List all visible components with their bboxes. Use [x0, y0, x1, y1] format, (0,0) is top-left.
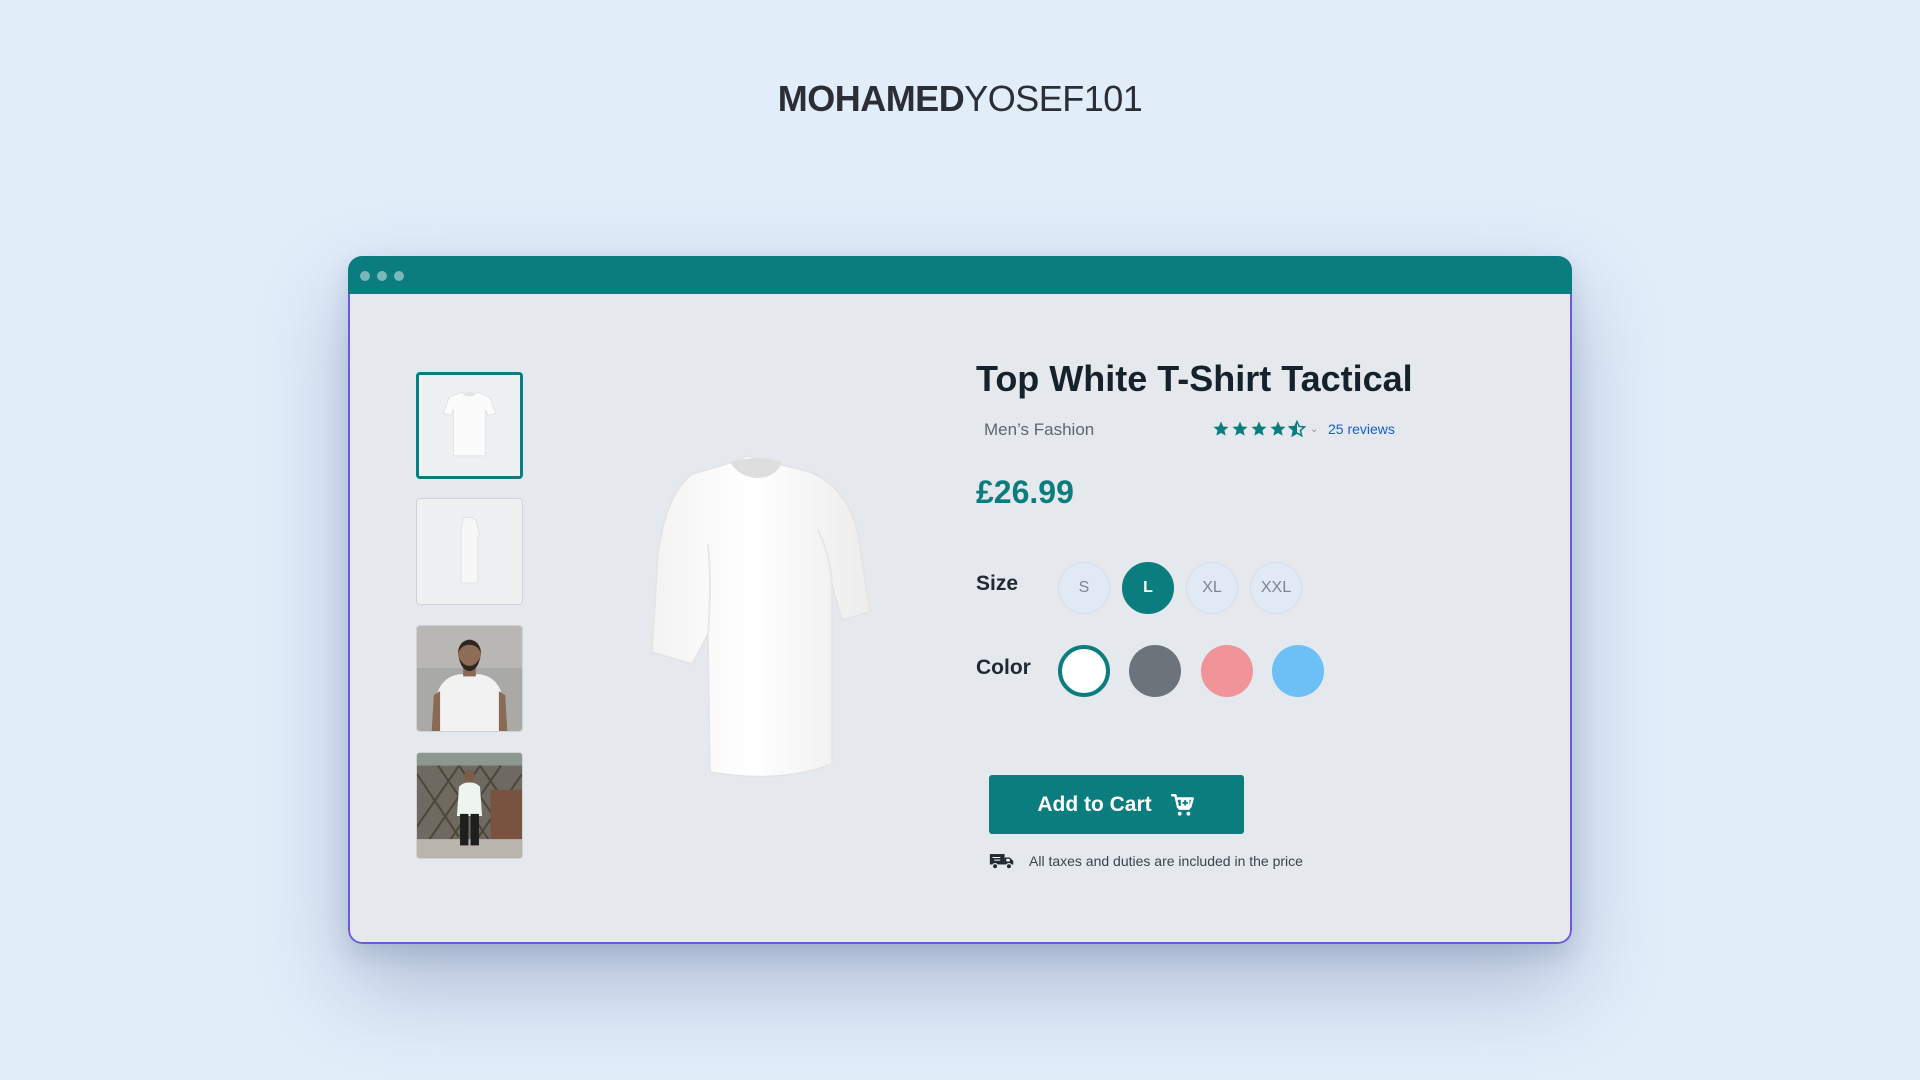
brand-bold: MOHAMED [777, 78, 965, 119]
size-option-l[interactable]: L [1122, 562, 1174, 614]
star-full-icon [1250, 420, 1268, 438]
thumbnail-tshirt-side[interactable] [416, 498, 523, 605]
model-front-image [417, 626, 522, 731]
reviews-link[interactable]: 25 reviews [1328, 421, 1395, 437]
delivery-truck-icon [989, 854, 1014, 870]
add-to-cart-label: Add to Cart [1037, 792, 1152, 816]
rating-stars[interactable]: ⌄ [1212, 420, 1318, 438]
brand-logo: MOHAMEDYOSEF101 [0, 78, 1920, 120]
browser-window: Top White T-Shirt Tactical Men’s Fashion… [348, 256, 1572, 944]
cart-plus-icon [1170, 793, 1194, 816]
brand-light: YOSEF101 [964, 78, 1143, 119]
thumbnail-tshirt-front[interactable] [416, 372, 523, 479]
size-option-xl[interactable]: XL [1186, 562, 1238, 614]
add-to-cart-button[interactable]: Add to Cart [989, 775, 1244, 834]
window-dot [394, 271, 404, 281]
tshirt-main-image [651, 455, 871, 778]
chevron-down-icon: ⌄ [1310, 423, 1319, 435]
size-option-s[interactable]: S [1058, 562, 1110, 614]
model-full-body-image [417, 753, 522, 858]
shipping-text: All taxes and duties are included in the… [1029, 853, 1303, 869]
star-half-icon [1288, 420, 1306, 438]
size-label: Size [976, 572, 1019, 595]
star-full-icon [1231, 420, 1249, 438]
size-option-xxl[interactable]: XXL [1250, 562, 1302, 614]
window-dot [360, 271, 370, 281]
window-titlebar [348, 256, 1572, 294]
product-title: Top White T-Shirt Tactical [976, 358, 1413, 399]
product-main-image [580, 434, 900, 814]
star-full-icon [1212, 420, 1230, 438]
color-swatch-pink[interactable] [1201, 645, 1253, 697]
star-full-icon [1269, 420, 1287, 438]
product-category: Men’s Fashion [984, 420, 1095, 439]
window-dot [377, 271, 387, 281]
shipping-note: All taxes and duties are included in the… [989, 850, 1303, 872]
tshirt-side-image [417, 499, 522, 604]
product-price: £26.99 [976, 474, 1074, 510]
product-page: Top White T-Shirt Tactical Men’s Fashion… [348, 294, 1572, 944]
color-swatch-gray[interactable] [1129, 645, 1181, 697]
color-swatch-blue[interactable] [1272, 645, 1324, 697]
color-label: Color [976, 656, 1031, 679]
tshirt-front-image [419, 375, 520, 476]
thumbnail-model-full-body[interactable] [416, 752, 523, 859]
thumbnail-model-front[interactable] [416, 625, 523, 732]
color-swatch-white[interactable] [1058, 645, 1110, 697]
